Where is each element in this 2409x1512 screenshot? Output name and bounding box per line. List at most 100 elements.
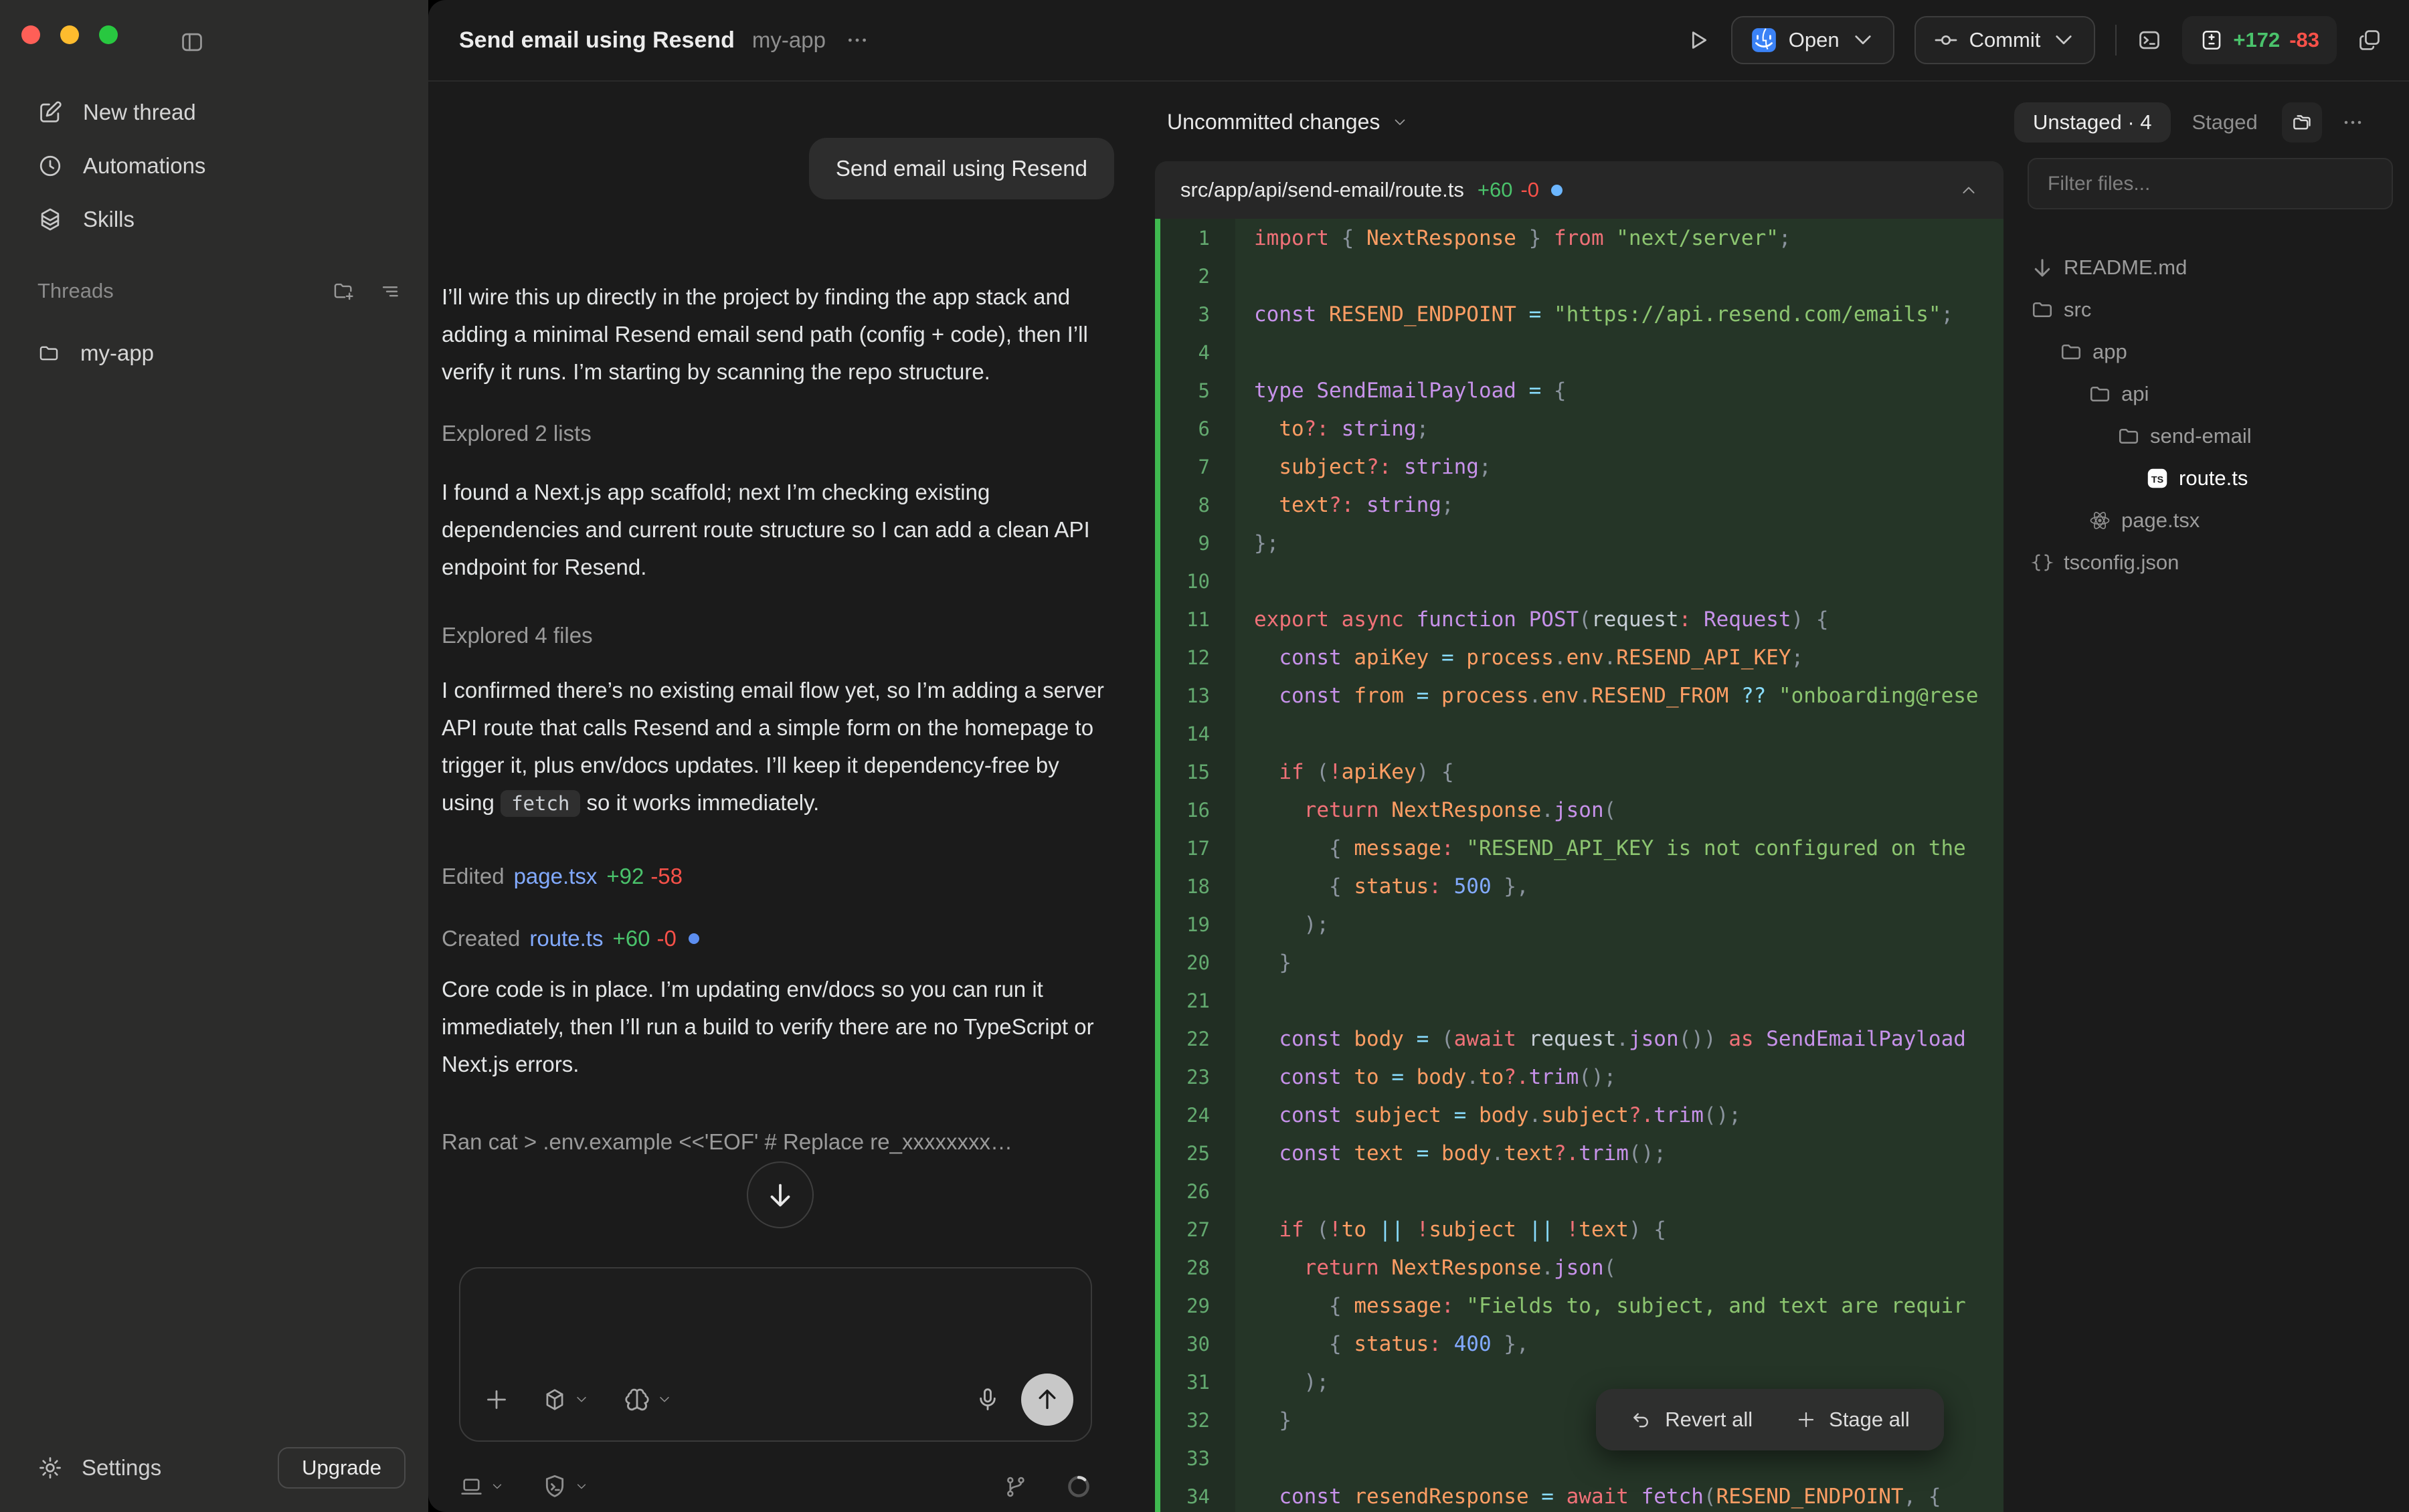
chevron-down-icon	[2051, 27, 2076, 53]
environment-selector[interactable]	[459, 1475, 504, 1499]
code-text: const RESEND_ENDPOINT = "https://api.res…	[1235, 302, 1953, 326]
send-button[interactable]	[1021, 1374, 1073, 1426]
zoom-window-button[interactable]	[99, 25, 118, 44]
filter-files-input[interactable]	[2028, 158, 2393, 209]
line-number: 4	[1160, 333, 1235, 371]
file-change-removed: -58	[650, 858, 683, 895]
code-line: 22 const body = (await request.json()) a…	[1160, 1020, 2003, 1058]
new-workspace-icon[interactable]	[332, 280, 355, 302]
revert-all-button[interactable]: Revert all	[1630, 1408, 1753, 1432]
code-text: { status: 400 },	[1235, 1332, 1529, 1356]
diff-removed-count: -83	[2289, 28, 2319, 52]
tree-item-route.ts[interactable]: TSroute.ts	[2028, 457, 2402, 499]
run-icon[interactable]	[1684, 27, 1711, 54]
diff-header-dropdown[interactable]: Uncommitted changes	[1167, 83, 1408, 161]
sidebar-item-skills[interactable]: Skills	[37, 193, 402, 246]
settings-button[interactable]: Settings	[37, 1455, 278, 1481]
line-number: 34	[1160, 1477, 1235, 1512]
sidebar-item-new-thread[interactable]: New thread	[37, 86, 402, 139]
thread-item-my-app[interactable]: my-app	[37, 326, 402, 380]
upgrade-button[interactable]: Upgrade	[278, 1447, 406, 1489]
code-text: }	[1235, 1408, 1291, 1432]
folders-icon[interactable]	[2282, 102, 2322, 143]
line-number: 28	[1160, 1248, 1235, 1287]
shield-terminal-icon	[541, 1473, 568, 1500]
code-line: 6 to?: string;	[1160, 409, 2003, 448]
filter-threads-icon[interactable]	[379, 280, 402, 302]
code-line: 5type SendEmailPayload = {	[1160, 371, 2003, 409]
edit-icon	[37, 100, 63, 125]
code-text: const from = process.env.RESEND_FROM ?? …	[1235, 684, 1979, 708]
line-number: 27	[1160, 1210, 1235, 1248]
file-change-link[interactable]: page.tsx	[514, 858, 598, 895]
chevron-down-icon	[1850, 27, 1876, 53]
file-tree: README.md src appapi send-email TSroute.tspa…	[2028, 246, 2402, 583]
open-button[interactable]: Open	[1731, 16, 1894, 64]
stage-all-label: Stage all	[1829, 1408, 1910, 1432]
code-line: 19 );	[1160, 905, 2003, 943]
attach-icon[interactable]	[483, 1386, 510, 1413]
line-number: 30	[1160, 1325, 1235, 1363]
tool-activity-summary: Explored 4 files	[442, 617, 1114, 654]
commit-button[interactable]: Commit	[1914, 16, 2096, 64]
code-line: 9};	[1160, 524, 2003, 562]
git-panel-menu-icon[interactable]	[2342, 112, 2363, 133]
terminal-icon[interactable]	[2137, 27, 2162, 53]
message-composer[interactable]	[459, 1267, 1092, 1442]
line-number: 9	[1160, 524, 1235, 562]
file-change-link[interactable]: route.ts	[529, 920, 603, 957]
line-number: 32	[1160, 1401, 1235, 1439]
diff-stats-button[interactable]: +172 -83	[2182, 16, 2337, 64]
chevron-down-icon	[657, 1392, 672, 1407]
code-line: 23 const to = body.to?.trim();	[1160, 1058, 2003, 1096]
code-text: { status: 500 },	[1235, 874, 1529, 899]
window-controls	[21, 25, 118, 44]
scroll-to-bottom-button[interactable]	[747, 1161, 814, 1228]
stage-all-button[interactable]: Stage all	[1795, 1408, 1910, 1432]
tab-staged[interactable]: Staged	[2192, 110, 2258, 134]
microphone-icon[interactable]	[974, 1386, 1001, 1413]
line-number: 23	[1160, 1058, 1235, 1096]
split-view-icon[interactable]	[2357, 27, 2382, 53]
permissions-selector[interactable]	[541, 1473, 588, 1500]
usage-ring-icon[interactable]	[1065, 1473, 1092, 1500]
tree-item-tsconfig.json[interactable]: tsconfig.json	[2028, 541, 2402, 583]
tree-item-README.md[interactable]: README.md	[2028, 246, 2402, 288]
line-number: 22	[1160, 1020, 1235, 1058]
git-branch-icon[interactable]	[1003, 1475, 1028, 1499]
tree-item-app[interactable]: app	[2028, 330, 2402, 373]
line-number: 24	[1160, 1096, 1235, 1134]
topbar: Send email using Resend my-app Open Comm…	[428, 0, 2409, 82]
thread-menu-icon[interactable]	[846, 29, 869, 52]
settings-label: Settings	[82, 1455, 161, 1481]
git-tabs: Unstaged · 4 Staged	[2014, 83, 2396, 161]
code-line: 8 text?: string;	[1160, 486, 2003, 524]
code-line: 2	[1160, 257, 2003, 295]
close-window-button[interactable]	[21, 25, 40, 44]
code-text: const resendResponse = await fetch(RESEN…	[1235, 1485, 1941, 1509]
tree-item-page.tsx[interactable]: page.tsx	[2028, 499, 2402, 541]
file-removed-count: -0	[1520, 178, 1539, 202]
tab-unstaged[interactable]: Unstaged · 4	[2014, 102, 2171, 143]
chevron-down-icon	[574, 1392, 589, 1407]
tree-item-send-email[interactable]: send-email	[2028, 415, 2402, 457]
model-selector[interactable]	[542, 1387, 589, 1412]
chevron-down-icon	[575, 1480, 588, 1493]
collapse-file-icon[interactable]	[1959, 181, 1978, 199]
unsynced-dot	[1551, 185, 1563, 196]
reasoning-selector[interactable]	[624, 1386, 672, 1413]
tree-item-api[interactable]: api	[2028, 373, 2402, 415]
skills-icon	[37, 207, 63, 232]
tree-item-label: send-email	[2150, 424, 2252, 448]
tree-item-label: src	[2064, 298, 2091, 322]
diff-file-header[interactable]: src/app/api/send-email/route.ts +60 -0	[1155, 161, 2003, 219]
cube-icon	[542, 1387, 567, 1412]
line-number: 1	[1160, 219, 1235, 257]
minimize-window-button[interactable]	[60, 25, 79, 44]
open-label: Open	[1789, 28, 1840, 52]
sidebar-toggle-icon[interactable]	[179, 29, 205, 55]
code-line: 25 const text = body.text?.trim();	[1160, 1134, 2003, 1172]
tree-item-src[interactable]: src	[2028, 288, 2402, 330]
react-icon	[2085, 508, 2115, 533]
sidebar-item-automations[interactable]: Automations	[37, 139, 402, 193]
